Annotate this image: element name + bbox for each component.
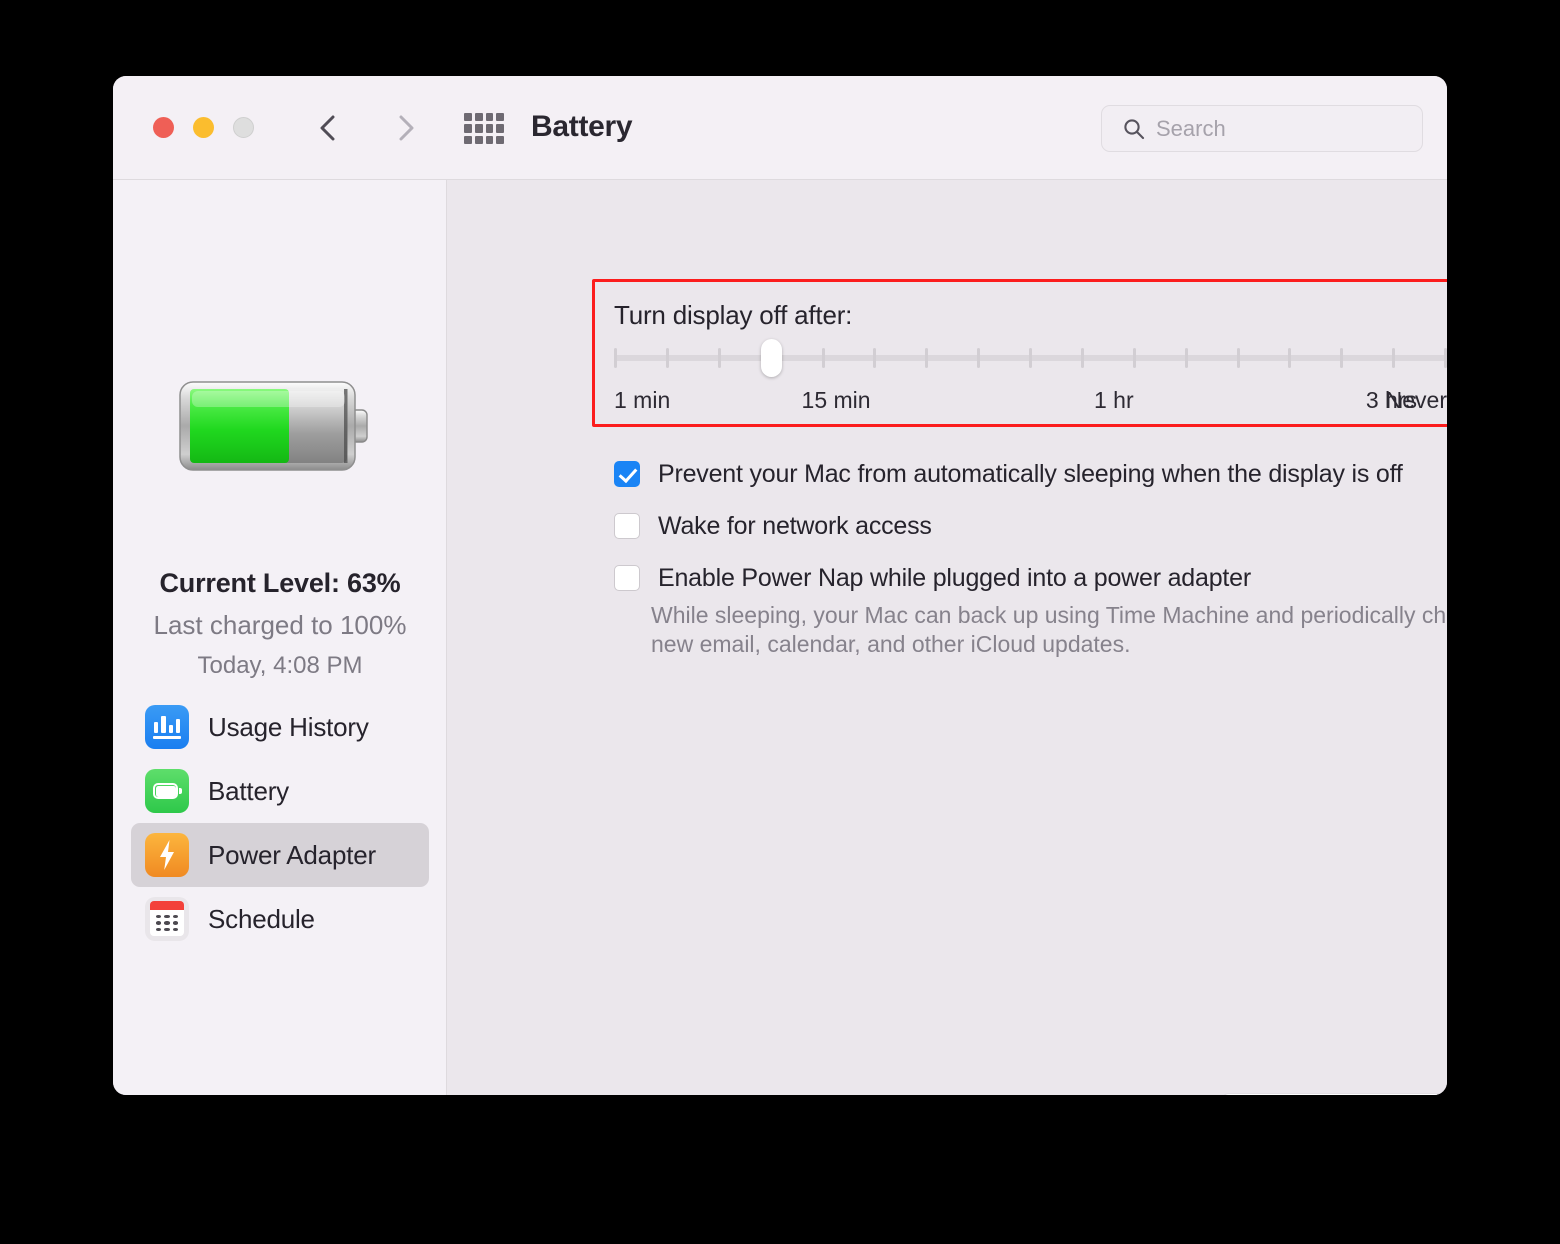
slider-label: Turn display off after:: [614, 300, 853, 330]
power-nap-description: While sleeping, your Mac can back up usi…: [651, 602, 1447, 657]
slider-tick: [1392, 348, 1396, 368]
sidebar-item-label: Usage History: [208, 711, 369, 742]
checkbox-power-nap[interactable]: [614, 565, 640, 591]
slider-tick: [1340, 348, 1344, 368]
show-all-grid-icon[interactable]: [464, 113, 504, 144]
sidebar-item-power-adapter[interactable]: Power Adapter: [131, 823, 429, 887]
sidebar-item-label: Battery: [208, 775, 289, 806]
current-level-text: Current Level: 63%: [159, 568, 401, 598]
battery-icon: [145, 769, 189, 813]
sidebar-item-battery[interactable]: Battery: [131, 759, 429, 823]
window-titlebar: Battery: [113, 76, 1447, 180]
checkbox-row-wake-network[interactable]: Wake for network access: [614, 513, 932, 539]
sidebar-item-usage-history[interactable]: Usage History: [131, 695, 429, 759]
minimize-button[interactable]: [193, 117, 214, 138]
usage-history-icon: [145, 705, 189, 749]
checkbox-label: Prevent your Mac from automatically slee…: [658, 460, 1403, 488]
battery-graphic: [168, 366, 388, 486]
slider-tick: [1080, 348, 1084, 368]
sidebar-list: Usage History Battery Power Adapter Sche…: [131, 695, 429, 951]
slider-knob[interactable]: [760, 339, 782, 377]
slider-tick: [1236, 348, 1240, 368]
sidebar-item-schedule[interactable]: Schedule: [131, 887, 429, 951]
sidebar-item-label: Schedule: [208, 903, 315, 934]
slider-tick: [1288, 348, 1292, 368]
slider-tick-label: 1 hr: [1093, 387, 1134, 413]
turn-display-off-slider[interactable]: [614, 339, 1447, 377]
slider-tick: [821, 348, 825, 368]
zoom-button[interactable]: [233, 117, 254, 138]
slider-tick-label: 1 min: [614, 387, 671, 413]
checkbox-wake-network[interactable]: [614, 513, 640, 539]
slider-tick: [614, 348, 617, 368]
page-title: Battery: [531, 110, 633, 143]
search-input[interactable]: [1156, 106, 1414, 151]
checkbox-row-prevent-sleep[interactable]: Prevent your Mac from automatically slee…: [614, 461, 1403, 487]
sidebar: Current Level: 63% Last charged to 100% …: [113, 180, 447, 1095]
slider-tick-label: Never: [1385, 387, 1447, 413]
checkbox-prevent-sleep[interactable]: [614, 461, 640, 487]
slider-tick: [1184, 348, 1188, 368]
screen: Battery Search Current Level: 63% Last c…: [0, 0, 1560, 1244]
slider-tick-label: 15 min: [801, 387, 871, 413]
slider-tick: [1132, 348, 1136, 368]
slider-tick: [717, 348, 721, 368]
forward-button[interactable]: [388, 110, 424, 146]
slider-tick: [925, 348, 929, 368]
power-adapter-icon: [145, 833, 189, 877]
search-icon: [1122, 117, 1146, 141]
slider-tick: [873, 348, 877, 368]
search-field[interactable]: [1101, 105, 1423, 152]
sidebar-item-label: Power Adapter: [208, 839, 376, 870]
slider-tick: [665, 348, 669, 368]
slider-tick: [1444, 348, 1447, 368]
restore-defaults-button[interactable]: Restore Defaults: [1221, 1093, 1447, 1095]
last-charged-text: Last charged to 100%: [153, 610, 407, 640]
close-button[interactable]: [153, 117, 174, 138]
system-preferences-window: Battery Search Current Level: 63% Last c…: [113, 76, 1447, 1095]
checkbox-row-power-nap[interactable]: Enable Power Nap while plugged into a po…: [614, 565, 1251, 591]
schedule-icon: [145, 897, 189, 941]
checkbox-label: Enable Power Nap while plugged into a po…: [658, 564, 1251, 592]
last-charged-time-text: Today, 4:08 PM: [197, 652, 363, 679]
slider-tick: [977, 348, 981, 368]
checkbox-label: Wake for network access: [658, 512, 932, 540]
back-button[interactable]: [310, 110, 346, 146]
slider-tick: [1029, 348, 1032, 368]
content-pane: Turn display off after: 1 min 15 min 1 hr 3…: [448, 180, 1447, 1095]
